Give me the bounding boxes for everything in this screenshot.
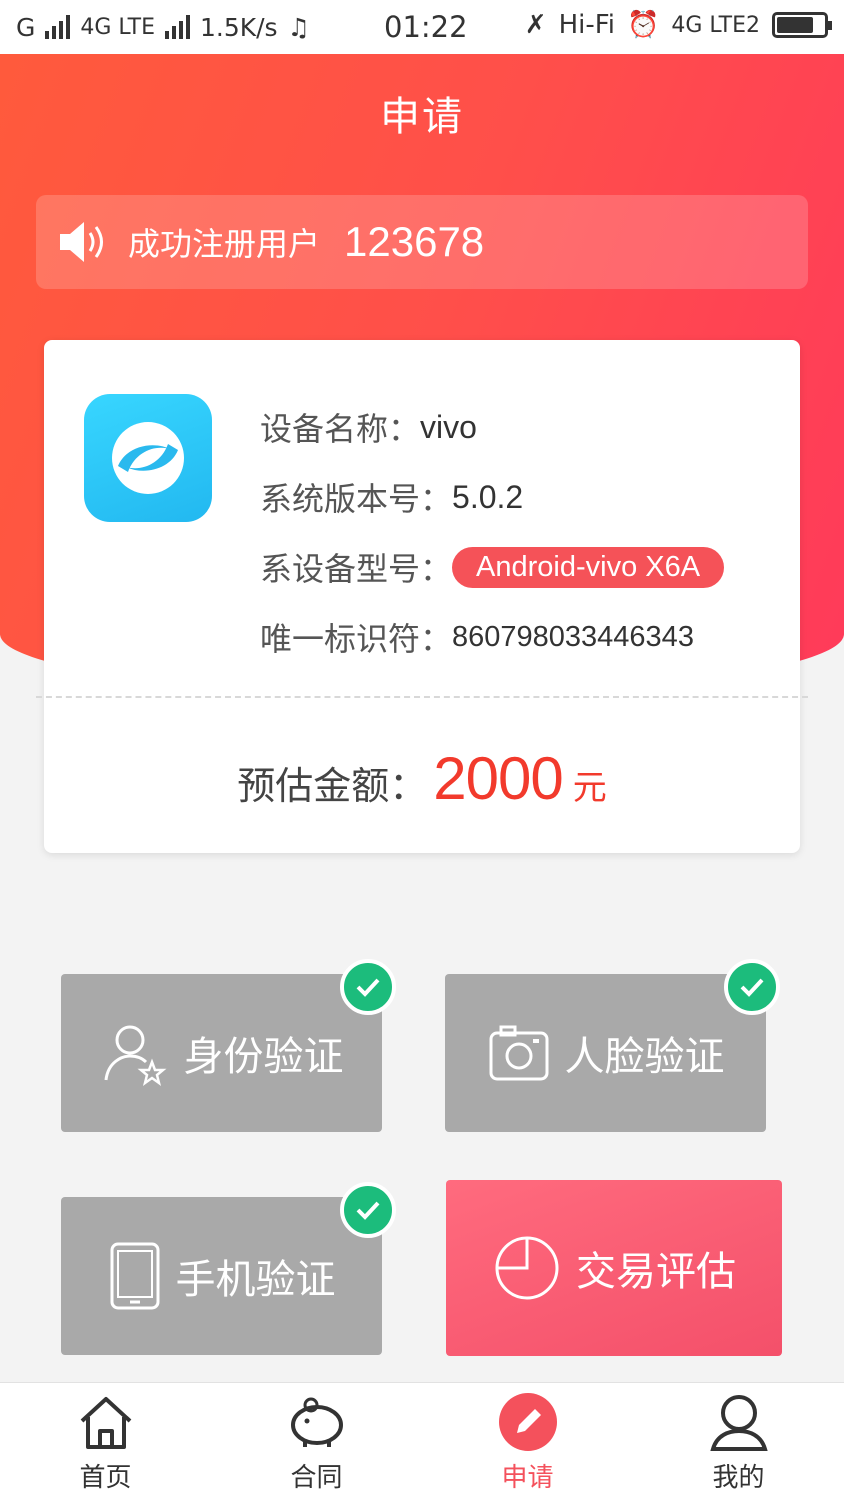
network-speed: 1.5K/s xyxy=(199,12,278,42)
carrier-2: 4G LTE xyxy=(80,14,155,40)
swirl-icon xyxy=(112,422,184,494)
music-icon: ♫ xyxy=(287,12,311,42)
piggy-bank-icon xyxy=(290,1397,343,1447)
system-version-label: 系统版本号： xyxy=(260,480,453,518)
user-icon xyxy=(709,1395,768,1451)
user-star-icon xyxy=(104,1025,166,1086)
edit-icon xyxy=(498,1393,557,1451)
device-name-value: vivo xyxy=(420,408,477,445)
divider xyxy=(36,696,808,698)
registered-users-notice: 成功注册用户 123678 xyxy=(36,195,808,289)
alarm-icon: ⏰ xyxy=(627,10,660,40)
unique-id-label: 唯一标识符： xyxy=(260,620,453,658)
signal-icon-2 xyxy=(164,15,190,39)
estimate-amount: 预估金额： 2000 元 xyxy=(44,744,800,813)
hifi-label: Hi-Fi xyxy=(558,10,616,40)
face-verify-button[interactable]: 人脸验证 xyxy=(445,974,766,1132)
transaction-evaluate-button[interactable]: 交易评估 xyxy=(446,1180,782,1356)
unique-id-value: 860798033446343 xyxy=(452,620,694,653)
estimate-value: 2000 xyxy=(433,745,563,812)
app-logo-icon xyxy=(84,394,212,522)
device-model-label: 系设备型号： xyxy=(260,550,453,588)
bottom-tab-bar: 首页 合同 申请 我的 xyxy=(0,1382,844,1500)
device-info-card: 设备名称： vivo 系统版本号： 5.0.2 系设备型号： Android-v… xyxy=(36,340,808,853)
phone-verify-label: 手机验证 xyxy=(175,1257,336,1303)
camera-icon xyxy=(489,1025,548,1081)
tab-home-label: 首页 xyxy=(79,1463,132,1493)
tab-apply-label: 申请 xyxy=(501,1463,554,1493)
tab-mine-label: 我的 xyxy=(712,1463,765,1493)
status-left: G 4G LTE 1.5K/s ♫ xyxy=(16,13,376,42)
status-right: ✗ Hi-Fi ⏰ 4G LTE2 xyxy=(524,10,832,40)
carrier-1: G xyxy=(16,12,36,42)
identity-verify-button[interactable]: 身份验证 xyxy=(61,974,382,1132)
phone-verify-button[interactable]: 手机验证 xyxy=(61,1197,382,1355)
system-version-value: 5.0.2 xyxy=(452,478,524,515)
tab-apply[interactable]: 申请 xyxy=(422,1383,633,1500)
unique-id-row: 唯一标识符： 860798033446343 xyxy=(260,602,724,672)
tab-contract-label: 合同 xyxy=(290,1463,343,1493)
notice-count: 123678 xyxy=(344,218,485,265)
device-info: 设备名称： vivo 系统版本号： 5.0.2 系设备型号： Android-v… xyxy=(260,392,725,672)
battery-icon xyxy=(772,12,832,38)
tab-home[interactable]: 首页 xyxy=(0,1383,211,1500)
identity-verify-label: 身份验证 xyxy=(183,1034,344,1080)
mute-icon: ✗ xyxy=(524,10,547,40)
signal-icon xyxy=(45,15,71,39)
network-right: 4G LTE2 xyxy=(671,12,760,38)
face-verify-label: 人脸验证 xyxy=(564,1034,725,1080)
phone-check-icon xyxy=(340,1182,396,1238)
speaker-icon xyxy=(60,222,103,262)
estimate-unit: 元 xyxy=(572,768,607,808)
system-version-row: 系统版本号： 5.0.2 xyxy=(260,462,724,532)
identity-check-icon xyxy=(340,959,396,1015)
device-model-row: 系设备型号： Android-vivo X6A xyxy=(260,532,725,602)
device-name-row: 设备名称： vivo xyxy=(260,392,724,462)
face-check-icon xyxy=(724,959,780,1015)
transaction-evaluate-label: 交易评估 xyxy=(576,1249,736,1295)
page-title: 申请 xyxy=(380,94,464,140)
estimate-label: 预估金额： xyxy=(237,764,428,808)
device-name-label: 设备名称： xyxy=(260,410,421,448)
notice-label: 成功注册用户 xyxy=(128,225,321,263)
pie-chart-icon xyxy=(495,1236,559,1300)
status-bar: G 4G LTE 1.5K/s ♫ 01:22 ✗ Hi-Fi ⏰ 4G LTE… xyxy=(0,0,844,54)
tab-mine[interactable]: 我的 xyxy=(633,1383,844,1500)
phone-icon xyxy=(110,1242,159,1310)
device-model-badge: Android-vivo X6A xyxy=(452,546,725,588)
home-icon xyxy=(80,1397,131,1449)
status-time: 01:22 xyxy=(384,10,468,44)
tab-contract[interactable]: 合同 xyxy=(211,1383,422,1500)
